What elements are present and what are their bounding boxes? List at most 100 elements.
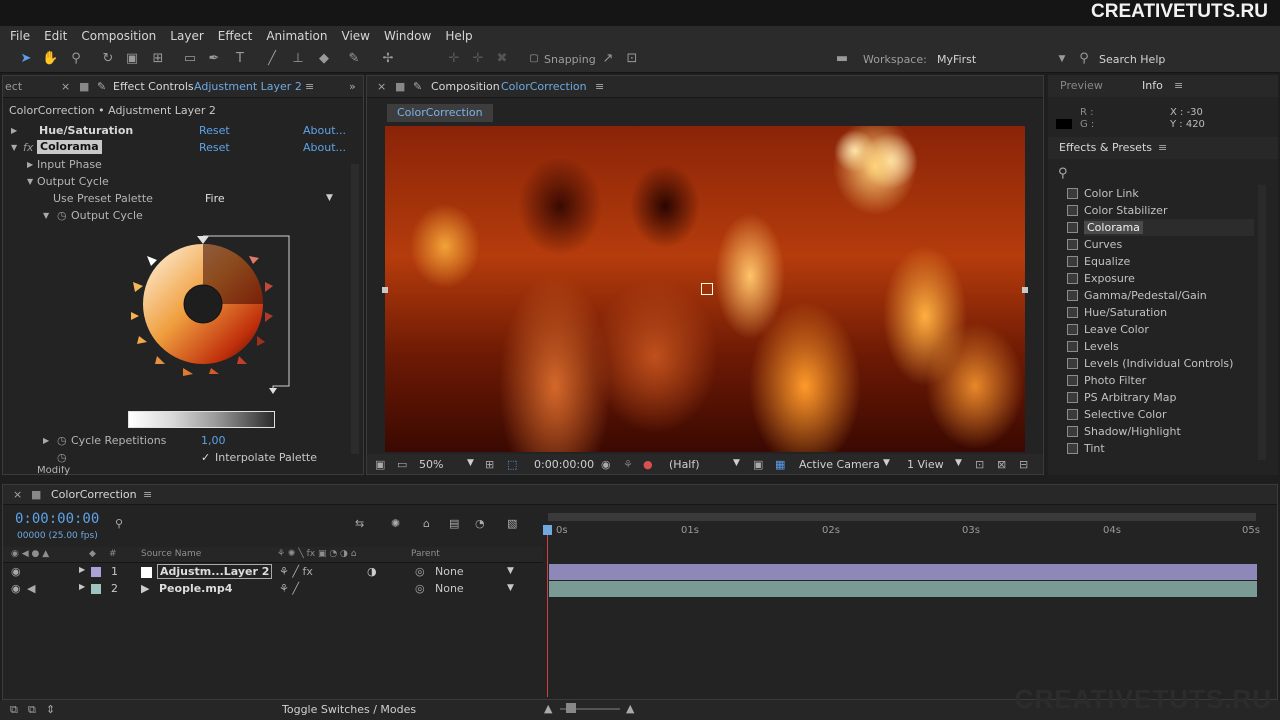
modify-group-clipped[interactable]: Modify bbox=[3, 466, 348, 475]
region-of-interest-icon[interactable]: ▣ bbox=[753, 458, 763, 471]
adjustment-switch-icon[interactable]: ◑ bbox=[367, 565, 377, 578]
effects-list-item[interactable]: PS Arbitrary Map bbox=[1067, 389, 1177, 406]
chevron-down-icon[interactable]: ▼ bbox=[507, 583, 514, 593]
preset-palette-dropdown[interactable]: Fire bbox=[205, 190, 225, 207]
pick-whip-icon[interactable]: ◎ bbox=[415, 582, 425, 595]
layer-switches[interactable]: ⚘ ╱ bbox=[279, 582, 299, 595]
column-parent[interactable]: Parent bbox=[411, 549, 440, 559]
timeline-icon[interactable]: ⊟ bbox=[1019, 458, 1028, 471]
parent-select[interactable]: None bbox=[435, 582, 464, 595]
hand-tool-icon[interactable]: ✋ bbox=[42, 51, 58, 67]
close-tab-icon[interactable]: × bbox=[377, 80, 386, 93]
expand-triangle-icon[interactable]: ▶ bbox=[79, 582, 85, 591]
menu-effect[interactable]: Effect bbox=[218, 29, 253, 43]
eye-icon[interactable]: ◉ bbox=[11, 565, 21, 578]
tab-info[interactable]: Info bbox=[1142, 79, 1163, 92]
lock-icon[interactable]: ■ bbox=[31, 488, 41, 501]
rectangle-tool-icon[interactable]: ▭ bbox=[182, 51, 198, 67]
grid-icon[interactable]: ⊞ bbox=[485, 458, 494, 471]
layer-name[interactable]: Adjustm...Layer 2 bbox=[157, 564, 273, 579]
frame-blending-icon[interactable]: ▤ bbox=[449, 517, 459, 530]
handle-left[interactable] bbox=[382, 287, 388, 293]
menu-composition[interactable]: Composition bbox=[81, 29, 156, 43]
chevron-down-icon[interactable]: ▼ bbox=[507, 566, 514, 576]
axis-world-icon[interactable]: ✛ bbox=[470, 51, 486, 67]
comp-mini-flowchart-icon[interactable]: ⇆ bbox=[355, 517, 364, 530]
panel-menu-icon[interactable]: ≡ bbox=[595, 80, 604, 93]
clone-stamp-tool-icon[interactable]: ⊥ bbox=[290, 51, 306, 67]
draft-3d-icon[interactable]: ✺ bbox=[391, 517, 400, 530]
layer-label-color[interactable] bbox=[91, 584, 101, 594]
column-source-name[interactable]: Source Name bbox=[141, 549, 201, 559]
tab-project-clipped[interactable]: ect bbox=[5, 80, 22, 93]
effects-list-item[interactable]: Tint bbox=[1067, 440, 1105, 457]
menu-animation[interactable]: Animation bbox=[266, 29, 327, 43]
effects-list-item[interactable]: Leave Color bbox=[1067, 321, 1149, 338]
layer-switches[interactable]: ⚘ ╱ fx bbox=[279, 565, 313, 578]
about-link[interactable]: About... bbox=[303, 139, 346, 156]
layer-switches-toggle-icon[interactable]: ⧉ bbox=[10, 703, 18, 717]
effects-list-item[interactable]: Levels bbox=[1067, 338, 1119, 355]
chevron-down-icon[interactable]: ▼ bbox=[326, 190, 333, 207]
axis-view-icon[interactable]: ✖ bbox=[494, 51, 510, 67]
stopwatch-icon[interactable]: ◷ bbox=[57, 207, 67, 224]
lock-icon[interactable]: ■ bbox=[395, 80, 405, 93]
workspace-dropdown-icon[interactable]: ▼ bbox=[1054, 51, 1070, 67]
close-tab-icon[interactable]: × bbox=[13, 488, 22, 501]
stopwatch-icon[interactable]: ◷ bbox=[57, 432, 67, 449]
menu-edit[interactable]: Edit bbox=[44, 29, 67, 43]
layer-label-color[interactable] bbox=[91, 567, 101, 577]
in-out-icon[interactable]: ⇕ bbox=[46, 703, 55, 716]
effects-list-item[interactable]: Color Link bbox=[1067, 185, 1139, 202]
parent-select[interactable]: None bbox=[435, 565, 464, 578]
camera-tool-icon[interactable]: ▣ bbox=[124, 51, 140, 67]
selection-tool-icon[interactable]: ➤ bbox=[18, 51, 34, 67]
axis-local-icon[interactable]: ✛ bbox=[446, 51, 462, 67]
collapse-triangle-icon[interactable]: ▼ bbox=[11, 139, 17, 156]
toggle-switches-modes[interactable]: Toggle Switches / Modes bbox=[282, 703, 416, 716]
roto-brush-tool-icon[interactable]: ✎ bbox=[346, 51, 362, 67]
fast-previews-icon[interactable]: ⊠ bbox=[997, 458, 1006, 471]
panel-menu-icon[interactable]: ≡ bbox=[143, 488, 152, 501]
transparency-grid-icon[interactable]: ▦ bbox=[775, 458, 785, 471]
effects-list-item[interactable]: Shadow/Highlight bbox=[1067, 423, 1181, 440]
stopwatch-icon[interactable]: ◷ bbox=[57, 449, 67, 466]
chevron-down-icon[interactable]: ▼ bbox=[467, 458, 474, 468]
collapse-triangle-icon[interactable]: ▼ bbox=[27, 173, 33, 190]
panel-menu-icon[interactable]: ≡ bbox=[305, 80, 314, 93]
effects-list-item[interactable]: Color Stabilizer bbox=[1067, 202, 1167, 219]
effects-list-item[interactable]: Photo Filter bbox=[1067, 372, 1146, 389]
channel-icon[interactable]: ● bbox=[643, 458, 653, 471]
layer-row[interactable]: ◉ ◀ ▶ 2 ▶ People.mp4 ⚘ ╱ ◎ None ▼ bbox=[3, 581, 543, 598]
handle-right[interactable] bbox=[1022, 287, 1028, 293]
workspace-select[interactable]: MyFirst bbox=[937, 53, 976, 66]
current-time[interactable]: 0:00:00:00 bbox=[534, 458, 594, 471]
zoom-slider-thumb[interactable] bbox=[566, 703, 576, 713]
snapping-checkbox[interactable]: ▢ bbox=[526, 51, 542, 67]
collapse-triangle-icon[interactable]: ▼ bbox=[43, 207, 49, 224]
scrollbar[interactable] bbox=[1258, 185, 1266, 460]
time-ruler[interactable]: 0s 01s 02s 03s 04s 05s bbox=[548, 511, 1260, 563]
more-tabs-icon[interactable]: » bbox=[349, 80, 356, 93]
playhead-handle[interactable] bbox=[543, 525, 552, 535]
about-link[interactable]: About... bbox=[303, 122, 346, 139]
motion-blur-icon[interactable]: ◔ bbox=[475, 517, 485, 530]
zoom-out-icon[interactable]: ▲ bbox=[544, 702, 552, 715]
chevron-down-icon[interactable]: ▼ bbox=[955, 458, 962, 468]
resolution-select[interactable]: (Half) bbox=[669, 458, 700, 471]
tab-preview[interactable]: Preview bbox=[1060, 79, 1103, 92]
camera-select[interactable]: Active Camera bbox=[799, 458, 880, 471]
expand-triangle-icon[interactable]: ▶ bbox=[11, 122, 17, 139]
layer-duration-bar[interactable] bbox=[549, 564, 1257, 580]
effects-list-item[interactable]: Colorama bbox=[1067, 219, 1254, 236]
output-cycle-sub-group[interactable]: ▼ ◷ Output Cycle bbox=[3, 207, 348, 224]
zoom-tool-icon[interactable]: ⚲ bbox=[68, 51, 84, 67]
tab-effects-presets[interactable]: Effects & Presets bbox=[1059, 141, 1152, 154]
effect-hue-saturation[interactable]: ▶ Hue/Saturation Reset About... bbox=[3, 122, 348, 139]
composition-breadcrumb[interactable]: ColorCorrection bbox=[387, 104, 493, 122]
monitor-icon[interactable]: ▭ bbox=[397, 458, 407, 471]
reset-link[interactable]: Reset bbox=[199, 122, 230, 139]
search-icon[interactable]: ⚲ bbox=[115, 517, 123, 530]
expand-triangle-icon[interactable]: ▶ bbox=[43, 432, 49, 449]
output-cycle-wheel[interactable] bbox=[123, 234, 298, 434]
